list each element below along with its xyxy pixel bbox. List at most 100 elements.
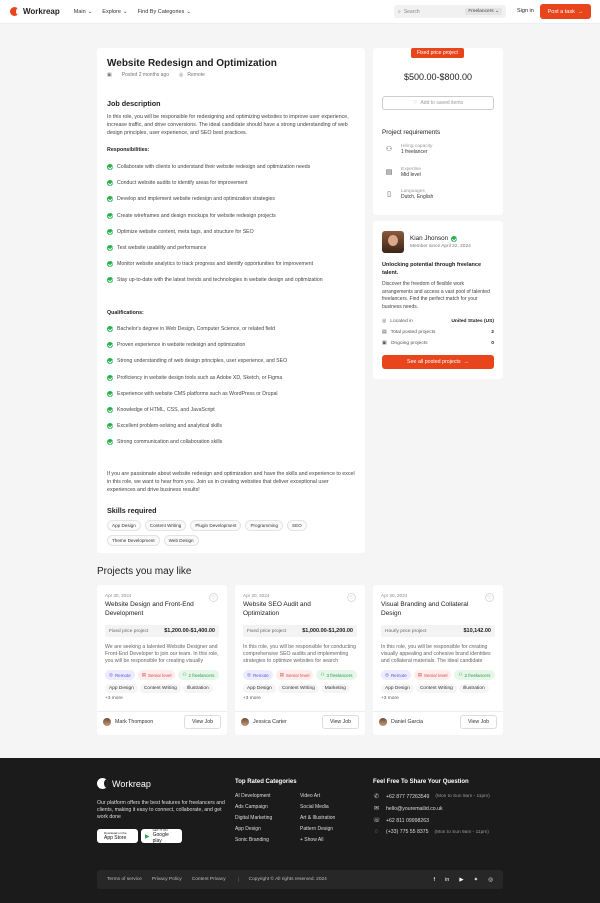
youtube-icon[interactable]: ▶ (459, 877, 463, 883)
user-avatar[interactable] (379, 718, 387, 726)
calendar-icon: ▣ (382, 341, 387, 346)
project-card[interactable]: Apr 30, 2024 ♡ Visual Branding and Colla… (373, 585, 503, 735)
footer-category-link[interactable]: Pattern Design (300, 826, 335, 832)
skill-chip[interactable]: SEO (287, 520, 307, 531)
footer-category-link[interactable]: Ads Campaign (235, 804, 272, 810)
terms-link[interactable]: Terms of service (107, 877, 142, 882)
stat-value: 0 (491, 340, 494, 346)
brand-logo[interactable]: Workreap (10, 7, 60, 16)
client-about: Discover the freedom of flexible work ar… (382, 281, 490, 310)
project-tag: ▤ Senior level (137, 670, 176, 680)
project-skill[interactable]: Marketing (320, 684, 350, 693)
users-icon: ⚇ (182, 672, 187, 677)
contact-whatsapp[interactable]: ◌ (+33) 775 55 8375 (Mon to Sun 9am - 11pm… (373, 829, 490, 835)
footer-category-link[interactable]: Art & Illustration (300, 815, 335, 821)
contact-email[interactable]: ✉ hello@youremailid.co.uk (373, 805, 490, 813)
skill-chip[interactable]: Theme Development (107, 535, 160, 546)
app-store-button[interactable]: Download on the App Store (97, 829, 138, 843)
project-date: Apr 30, 2024 (243, 593, 270, 598)
level-icon: ▤ (141, 672, 146, 677)
project-date: Apr 30, 2024 (105, 593, 132, 598)
facebook-icon[interactable]: f (434, 877, 436, 883)
view-job-button[interactable]: View Job (322, 715, 359, 729)
contact-list: ✆ +62 877 77263549 (Mon to Sun 9am - 11pm)… (373, 793, 490, 836)
post-task-button[interactable]: Post a task → (540, 4, 591, 19)
skill-chip[interactable]: Content Writing (144, 520, 187, 531)
footer-category-link[interactable]: Social Media (300, 804, 335, 810)
footer-category-link[interactable]: Digital Marketing (235, 815, 272, 821)
signin-link[interactable]: Sign in (517, 8, 534, 14)
user-name[interactable]: Daniel Garcia (391, 719, 423, 725)
google-play-label: Google play (152, 832, 169, 844)
save-project-button[interactable]: ♡ (209, 593, 218, 602)
project-title[interactable]: Website SEO Audit and Optimization (243, 601, 343, 618)
privacy-link[interactable]: Privacy Policy (152, 877, 182, 882)
contact-phone-1[interactable]: ✆ +62 877 77263549 (Mon to Sun 9am - 11pm) (373, 793, 490, 801)
responsibility-item-text: Monitor website analytics to track progr… (117, 261, 314, 268)
project-card[interactable]: Apr 30, 2024 ♡ Website Design and Front-… (97, 585, 227, 735)
more-skills[interactable]: +3 more (105, 696, 123, 701)
footer-category-link[interactable]: Video Art (300, 793, 335, 799)
project-tag: ◎ Remote (105, 670, 135, 680)
skill-chip[interactable]: Programming (245, 520, 284, 531)
project-skill[interactable]: App Design (243, 684, 276, 693)
check-icon (107, 407, 113, 414)
responsibility-item: Develop and implement website redesign a… (107, 191, 357, 207)
project-skill[interactable]: Content Writing (139, 684, 181, 693)
project-card[interactable]: Apr 30, 2024 ♡ Website SEO Audit and Opt… (235, 585, 365, 735)
more-skills[interactable]: +3 more (243, 696, 261, 701)
nav-categories[interactable]: Find By Categories ⌄ (138, 9, 191, 15)
save-project-button[interactable]: ♡ (485, 593, 494, 602)
twitter-icon[interactable]: ✦ (474, 877, 479, 883)
google-play-button[interactable]: ▶ GET IT ON Google play (141, 828, 182, 844)
project-title[interactable]: Visual Branding and Collateral Design (381, 601, 481, 618)
check-icon (107, 261, 113, 268)
stat-label: Total posted projects (390, 329, 436, 335)
footer-category-link[interactable]: App Design (235, 826, 272, 832)
nav-main[interactable]: Main ⌄ (74, 9, 93, 15)
linkedin-icon[interactable]: in (445, 877, 449, 883)
skill-chip[interactable]: Web Design (163, 535, 199, 546)
view-job-button[interactable]: View Job (184, 715, 221, 729)
project-skill[interactable]: Illustration (182, 684, 213, 693)
check-icon (107, 277, 113, 284)
nav-explore[interactable]: Explore ⌄ (102, 9, 127, 15)
categories-list-right: Video Art Social Media Art & Illustration P… (300, 793, 335, 843)
dribbble-icon[interactable]: ◎ (488, 877, 493, 883)
footer-category-link[interactable]: AI Development (235, 793, 272, 799)
level-icon: ▤ (417, 672, 422, 677)
footer-logo[interactable]: Workreap (97, 778, 151, 789)
search-input[interactable]: ⌕ Search Freelancers ⌄ (394, 5, 506, 18)
nav-main-label: Main (73, 8, 86, 15)
save-project-button[interactable]: ♡ (347, 593, 356, 602)
client-avatar[interactable] (382, 231, 404, 253)
project-skill[interactable]: Illustration (458, 684, 489, 693)
user-avatar[interactable] (241, 718, 249, 726)
mail-icon: ✉ (373, 806, 380, 812)
user-name[interactable]: Mark Thompson (115, 719, 153, 725)
see-all-projects-button[interactable]: See all posted projects → (382, 355, 494, 369)
client-name[interactable]: Kian Jhonson (410, 235, 448, 242)
project-skill[interactable]: App Design (105, 684, 138, 693)
project-skill[interactable]: Content Writing (277, 684, 319, 693)
search-scope-select[interactable]: Freelancers ⌄ (465, 8, 502, 15)
user-avatar[interactable] (103, 718, 111, 726)
skill-chip[interactable]: App Design (107, 520, 141, 531)
users-icon: ⚇ (320, 672, 325, 677)
project-skill[interactable]: App Design (381, 684, 414, 693)
project-skill[interactable]: Content Writing (415, 684, 457, 693)
user-name[interactable]: Jessica Carter (253, 719, 287, 725)
contact-fax[interactable]: ☏ +62 811 09998263 (373, 817, 490, 825)
more-skills[interactable]: +3 more (381, 696, 399, 701)
save-item-button[interactable]: ♡ Add to saved items (382, 96, 494, 110)
project-price: $10,142.00 (463, 628, 491, 634)
view-job-button[interactable]: View Job (460, 715, 497, 729)
project-title[interactable]: Website Design and Front-End Development (105, 601, 205, 618)
project-tag-text: 3 freelancers (326, 672, 353, 678)
responsibility-item: Create wireframes and design mockups for… (107, 208, 357, 224)
project-price: $1,000.00-$1,200.00 (302, 628, 353, 634)
skill-chip[interactable]: Plugin Development (190, 520, 242, 531)
content-privacy-link[interactable]: Content Privacy (192, 877, 226, 882)
footer-category-link[interactable]: + Show All (300, 837, 335, 843)
footer-category-link[interactable]: Sonic Branding (235, 837, 272, 843)
